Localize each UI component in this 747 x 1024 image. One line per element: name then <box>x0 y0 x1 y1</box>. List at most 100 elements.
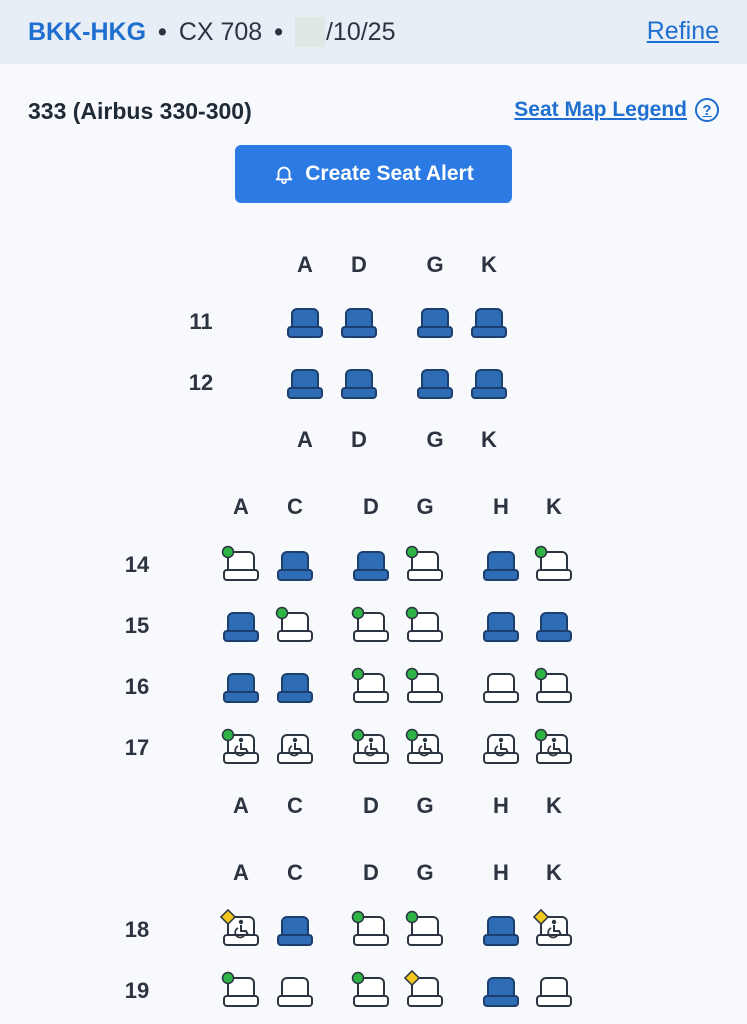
seat-16C[interactable] <box>275 668 315 706</box>
seat-icon <box>532 908 572 946</box>
seat-icon <box>277 551 313 581</box>
seat-18K[interactable] <box>532 908 574 949</box>
seat-15H[interactable] <box>481 607 521 645</box>
seat-icon <box>405 606 443 642</box>
seat-16K[interactable] <box>534 667 574 706</box>
seat-icon <box>483 612 519 642</box>
seat-icon <box>483 977 519 1007</box>
column-label: A <box>297 252 313 277</box>
seat-15K[interactable] <box>534 607 574 645</box>
seat-icon <box>219 908 259 946</box>
seat-icon <box>417 308 453 338</box>
seat-15C[interactable] <box>275 606 315 645</box>
column-label: D <box>363 494 379 519</box>
seat-icon <box>223 612 259 642</box>
seat-12A[interactable] <box>285 364 325 402</box>
seat-14D[interactable] <box>351 546 391 584</box>
seat-icon <box>534 728 572 764</box>
column-label: A <box>233 860 249 885</box>
seat-icon <box>341 369 377 399</box>
help-circle-icon[interactable]: ? <box>695 98 719 122</box>
seat-icon <box>221 728 259 764</box>
seat-18D[interactable] <box>351 910 391 949</box>
seat-17H[interactable] <box>481 729 521 767</box>
seat-icon <box>351 971 389 1007</box>
seat-17K[interactable] <box>534 728 574 767</box>
column-label: G <box>426 252 444 277</box>
seat-icon <box>483 734 519 764</box>
seat-15D[interactable] <box>351 606 391 645</box>
seat-icon <box>277 673 313 703</box>
column-label: K <box>546 494 562 519</box>
seat-18C[interactable] <box>275 911 315 949</box>
seat-16G[interactable] <box>405 667 445 706</box>
seat-17G[interactable] <box>405 728 445 767</box>
seat-icon <box>536 977 572 1007</box>
seat-17C[interactable] <box>275 729 315 767</box>
seat-18A[interactable] <box>219 908 261 949</box>
row-number: 19 <box>124 978 150 1003</box>
flight-date: /10/25 <box>325 17 396 46</box>
seat-19D[interactable] <box>351 971 391 1010</box>
column-label: G <box>416 793 434 818</box>
seat-11A[interactable] <box>285 303 325 341</box>
seat-16H[interactable] <box>481 668 521 706</box>
seat-map-legend-label: Seat Map Legend <box>514 98 687 121</box>
seat-14H[interactable] <box>481 546 521 584</box>
seat-icon <box>405 728 443 764</box>
seat-14A[interactable] <box>221 545 261 584</box>
seat-12K[interactable] <box>469 364 509 402</box>
seat-19H[interactable] <box>481 972 521 1010</box>
seat-11K[interactable] <box>469 303 509 341</box>
row-number: 12 <box>188 370 214 395</box>
seat-icon <box>287 308 323 338</box>
seat-icon <box>351 728 389 764</box>
row-number: 18 <box>124 917 150 942</box>
seat-16A[interactable] <box>221 668 261 706</box>
seat-icon <box>417 369 453 399</box>
seat-icon <box>534 545 572 581</box>
separator-dot: • <box>274 17 283 46</box>
seat-icon <box>341 308 377 338</box>
seat-11D[interactable] <box>339 303 379 341</box>
column-label: C <box>287 860 303 885</box>
seat-icon <box>483 673 519 703</box>
seat-18G[interactable] <box>405 910 445 949</box>
seat-16D[interactable] <box>351 667 391 706</box>
seat-icon <box>351 910 389 946</box>
create-seat-alert-button[interactable]: Create Seat Alert <box>235 145 512 203</box>
bell-icon <box>276 166 293 185</box>
column-label: K <box>546 860 562 885</box>
seat-icon <box>351 606 389 642</box>
seat-icon <box>275 606 313 642</box>
seat-15A[interactable] <box>221 607 261 645</box>
flight-header: BKK-HKG • CX 708 • /10/25 <box>0 0 747 64</box>
seat-19C[interactable] <box>275 972 315 1010</box>
row-number: 14 <box>124 552 150 577</box>
column-label: G <box>416 494 434 519</box>
column-label: C <box>287 494 303 519</box>
seat-19K[interactable] <box>534 972 574 1010</box>
seat-19G[interactable] <box>403 969 445 1010</box>
aircraft-title: 333 (Airbus 330-300) <box>28 98 252 124</box>
seat-12D[interactable] <box>339 364 379 402</box>
seat-19A[interactable] <box>221 971 261 1010</box>
column-label: H <box>493 793 509 818</box>
seat-12G[interactable] <box>415 364 455 402</box>
seat-14K[interactable] <box>534 545 574 584</box>
seat-14G[interactable] <box>405 545 445 584</box>
seat-14C[interactable] <box>275 546 315 584</box>
column-label: A <box>233 793 249 818</box>
seat-map-legend-link[interactable]: Seat Map Legend ? <box>514 98 719 122</box>
seat-18H[interactable] <box>481 911 521 949</box>
column-label: C <box>287 793 303 818</box>
column-label: H <box>493 860 509 885</box>
column-label: A <box>233 494 249 519</box>
seat-icon <box>353 551 389 581</box>
seat-17A[interactable] <box>221 728 261 767</box>
seat-15G[interactable] <box>405 606 445 645</box>
seat-11G[interactable] <box>415 303 455 341</box>
column-label: K <box>546 793 562 818</box>
seat-17D[interactable] <box>351 728 391 767</box>
refine-link[interactable]: Refine <box>647 17 719 46</box>
